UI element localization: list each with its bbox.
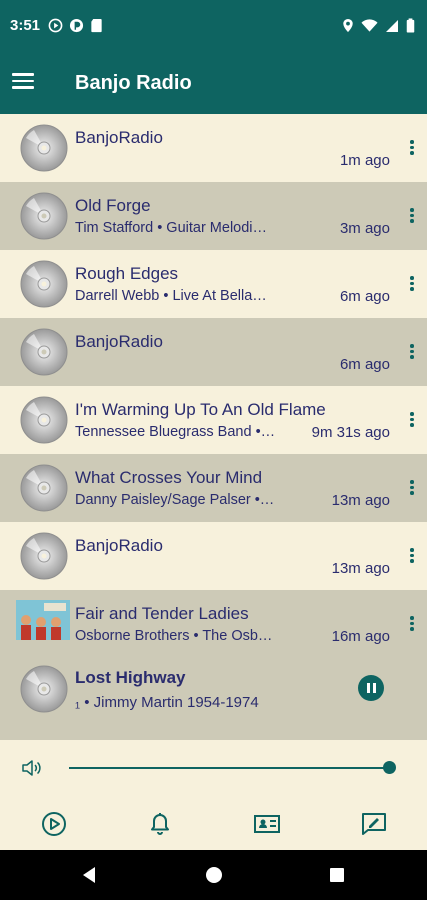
battery-icon [406,18,415,33]
history-item-time: 13m ago [331,492,390,509]
history-item[interactable]: Rough Edges Darrell Webb • Live At Bella…… [0,250,427,318]
history-item-subtitle: Osborne Brothers • The Osb… [75,628,273,644]
history-item-subtitle: Danny Paisley/Sage Palser •… [75,492,275,508]
play-circle-icon [48,18,63,33]
history-item-time: 3m ago [339,220,390,237]
status-notifications [48,18,103,33]
more-vert-icon[interactable] [409,208,415,226]
cd-icon [20,396,68,444]
album-cover [16,600,70,640]
status-time: 3:51 [10,17,41,34]
alarm-bell-icon[interactable] [146,810,174,838]
history-item-title: BanjoRadio [75,536,163,555]
feedback-icon[interactable] [360,810,388,838]
status-system-icons [342,18,415,33]
signal-icon [386,19,398,32]
history-item-time: 16m ago [331,628,390,645]
more-vert-icon[interactable] [409,480,415,498]
history-item[interactable]: Fair and Tender Ladies Osborne Brothers •… [0,590,427,654]
history-item-subtitle: Tim Stafford • Guitar Melodi… [75,220,268,236]
app-bar: Banjo Radio [0,52,427,114]
history-item-title: BanjoRadio [75,128,163,147]
pause-icon [366,683,370,693]
more-vert-icon[interactable] [409,548,415,566]
sd-card-icon [91,18,102,33]
cd-icon [20,260,68,308]
cd-icon [20,192,68,240]
history-item-title: Rough Edges [75,264,179,283]
pocket-casts-icon [69,18,84,33]
more-vert-icon[interactable] [409,412,415,430]
location-icon [343,18,353,33]
cd-icon [20,464,68,512]
history-item-title: I'm Warming Up To An Old Flame [75,400,326,419]
more-vert-icon[interactable] [409,344,415,362]
history-item-time: 6m ago [339,288,390,305]
pause-button[interactable] [358,675,384,701]
now-playing-subtitle: ₁ • Jimmy Martin 1954-1974 [75,694,259,711]
cd-icon [20,328,68,376]
history-item[interactable]: BanjoRadio 6m ago [0,318,427,386]
history-item-time: 9m 31s ago [311,424,390,441]
history-item-subtitle: Darrell Webb • Live At Bella… [75,288,267,304]
history-item[interactable]: I'm Warming Up To An Old Flame Tennessee … [0,386,427,454]
now-playing-title: Lost Highway [75,668,186,687]
history-item[interactable]: What Crosses Your Mind Danny Paisley/Sage… [0,454,427,522]
history-item[interactable]: BanjoRadio 13m ago [0,522,427,590]
volume-icon[interactable] [20,756,44,780]
status-bar: 3:51 [0,0,427,52]
history-item-title: What Crosses Your Mind [75,468,263,487]
history-item-time: 1m ago [339,152,390,169]
history-item-subtitle: Tennessee Bluegrass Band •… [75,424,276,440]
recents-icon[interactable] [327,865,347,885]
volume-slider-track[interactable] [69,767,389,769]
cd-icon [20,124,68,172]
station-card-icon[interactable] [253,810,281,838]
history-item-title: Fair and Tender Ladies [75,604,249,623]
system-nav-bar [0,850,427,900]
more-vert-icon[interactable] [409,616,415,634]
cd-icon [20,532,68,580]
history-item-title: BanjoRadio [75,332,163,351]
wifi-icon [361,18,378,32]
back-icon[interactable] [80,865,100,885]
history-item-title: Old Forge [75,196,151,215]
home-icon[interactable] [204,865,224,885]
more-vert-icon[interactable] [409,276,415,294]
history-item[interactable]: BanjoRadio 1m ago [0,114,427,182]
volume-slider-thumb[interactable] [382,761,396,774]
bottom-tab-bar [0,798,427,850]
history-item[interactable]: Old Forge Tim Stafford • Guitar Melodi… 3m… [0,182,427,250]
history-list[interactable]: BanjoRadio 1m ago Old Forge Tim Stafford • … [0,114,427,654]
cd-icon [20,665,68,713]
play-tab-icon[interactable] [40,810,68,838]
more-vert-icon[interactable] [409,140,415,158]
now-playing-bar[interactable]: Lost Highway ₁ • Jimmy Martin 1954-1974 [0,654,427,740]
volume-control [0,740,427,798]
hamburger-menu-icon[interactable] [12,69,36,93]
app-title: Banjo Radio [75,72,192,94]
history-item-time: 6m ago [339,356,390,373]
history-item-time: 13m ago [331,560,390,577]
